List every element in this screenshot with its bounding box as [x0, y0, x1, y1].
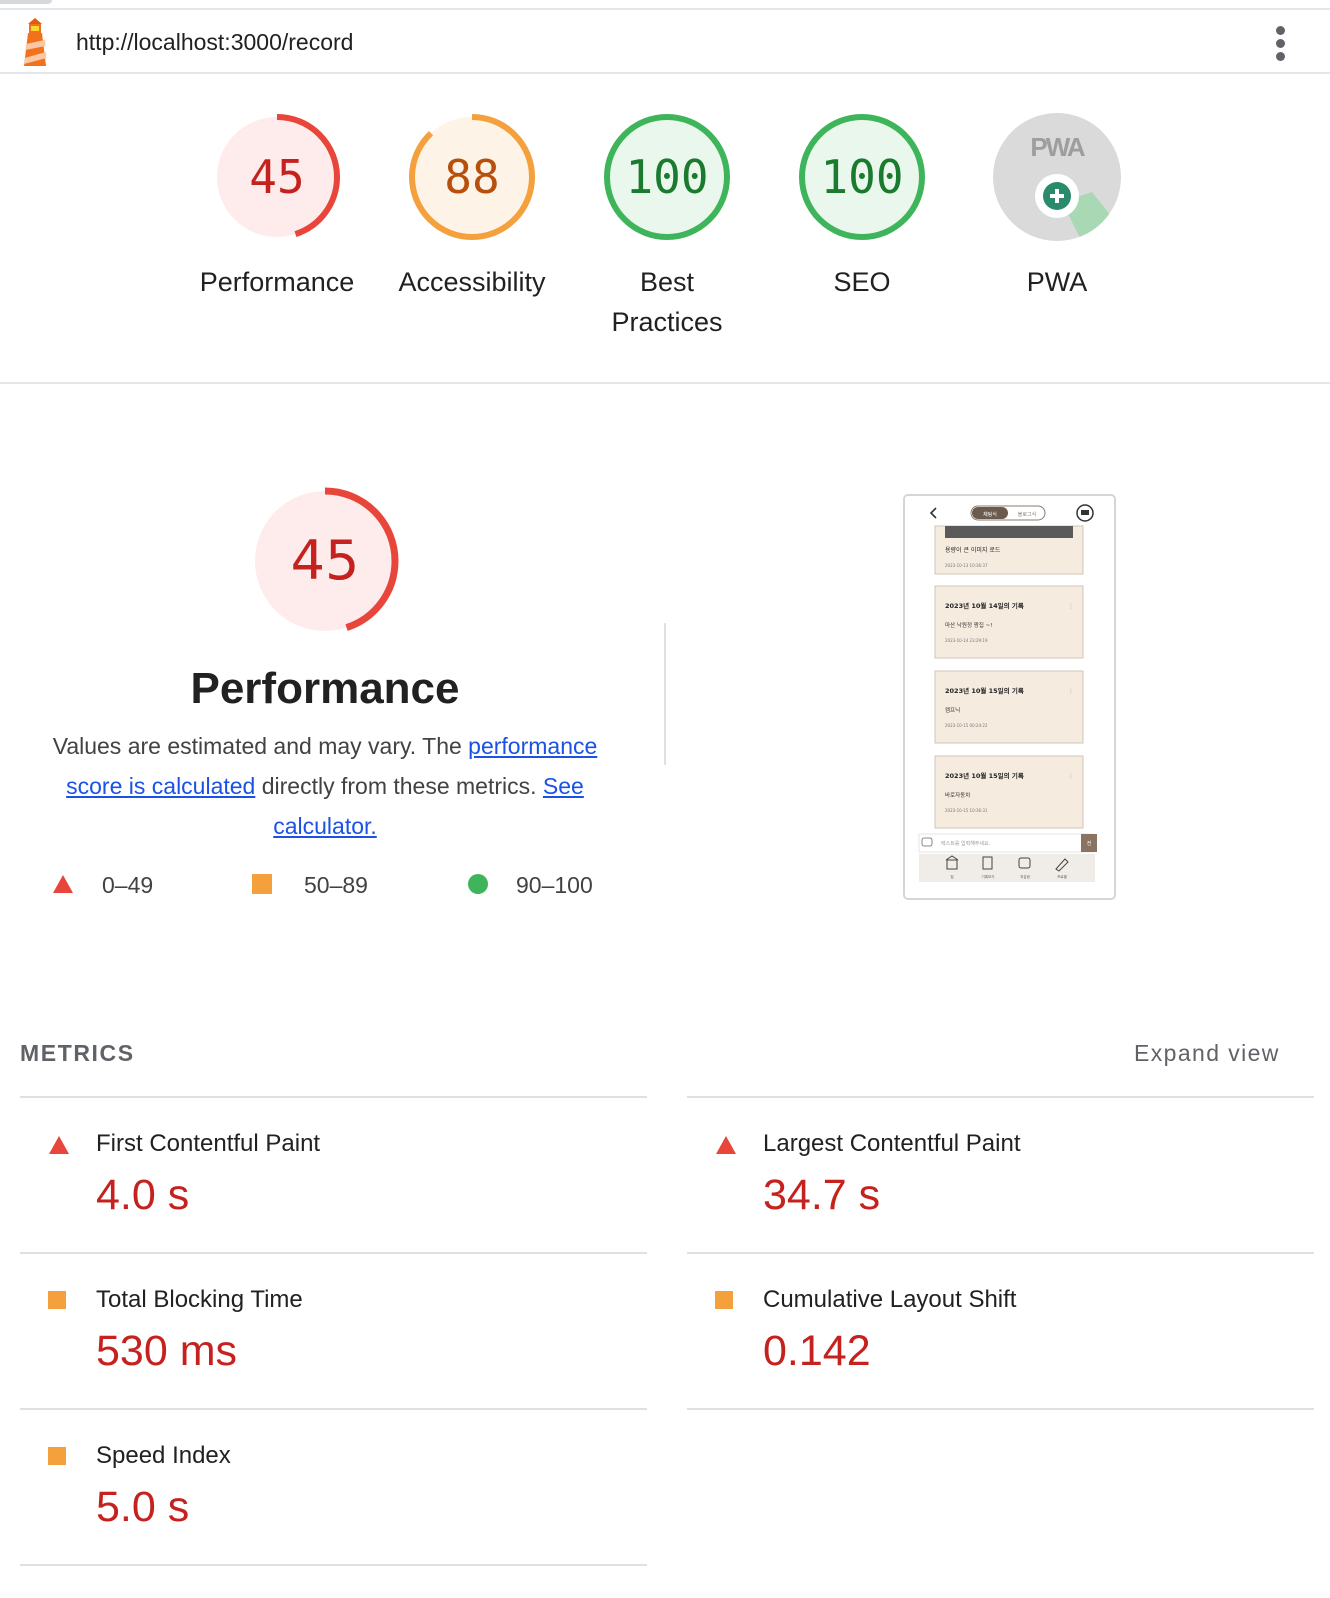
legend-range: 50–89: [304, 872, 368, 898]
metric-value: 0.142: [763, 1327, 871, 1375]
metric-cumulative-layout-shift: Cumulative Layout Shift 0.142: [687, 1252, 1314, 1408]
triangle-icon: [53, 875, 73, 893]
gauge-best-practices[interactable]: 100 Best Practices: [572, 112, 762, 342]
tab-indicator: [0, 0, 52, 4]
screenshot-send: 전: [1087, 840, 1092, 847]
expand-view-toggle[interactable]: Expand view: [1134, 1040, 1280, 1067]
gauge-seo[interactable]: 100 SEO: [767, 112, 957, 302]
metric-value: 34.7 s: [763, 1171, 881, 1219]
metric-title: Speed Index: [96, 1442, 231, 1469]
screenshot-nav-label: 지갑링: [1020, 874, 1030, 879]
screenshot-card-caption: 용량이 큰 이미지 로드: [945, 546, 1001, 554]
metric-largest-contentful-paint: Largest Contentful Paint 34.7 s: [687, 1096, 1314, 1252]
gauge-performance[interactable]: 45 Performance: [182, 112, 372, 302]
metric-title: Cumulative Layout Shift: [763, 1286, 1017, 1313]
gauge-accessibility[interactable]: 88 Accessibility: [377, 112, 567, 302]
screenshot-card-title: 2023년 10월 14일의 기록: [945, 601, 1024, 610]
browser-top-line: [0, 0, 1330, 10]
screenshot-card-body: 바로자동차: [945, 791, 970, 799]
metric-title: First Contentful Paint: [96, 1130, 321, 1157]
metrics-divider: [687, 1408, 1314, 1410]
screenshot-image: 채팅식 블로그식 용량이 큰 이미지 로드 2023-10-13 10:36:3…: [905, 496, 1114, 898]
metric-total-blocking-time: Total Blocking Time 530 ms: [20, 1252, 647, 1408]
gauge-label: SEO: [833, 267, 891, 297]
metric-title: Total Blocking Time: [96, 1286, 303, 1313]
gauge-label: Accessibility: [398, 267, 546, 297]
svg-text:⋮: ⋮: [1068, 773, 1074, 780]
report-url: http://localhost:3000/record: [76, 29, 354, 55]
screenshot-card-body: 마산 낙원정 짱집 ~!: [945, 621, 992, 629]
metric-first-contentful-paint: First Contentful Paint 4.0 s: [20, 1096, 647, 1252]
screenshot-card-date: 2023-10-14 23:29:19: [945, 638, 988, 643]
final-screenshot[interactable]: 채팅식 블로그식 용량이 큰 이미지 로드 2023-10-13 10:36:3…: [903, 494, 1116, 900]
screenshot-input: 텍스트를 입력해주세요.: [941, 840, 991, 847]
screenshot-card-title: 2023년 10월 15일의 기록: [945, 771, 1024, 780]
gauge-ring: 100: [604, 114, 730, 240]
screenshot-nav-label: 프로필: [1057, 874, 1067, 879]
legend-range: 90–100: [516, 872, 593, 898]
lighthouse-logo-icon: [24, 18, 47, 66]
more-options-icon[interactable]: [1272, 24, 1288, 64]
desc-text: Values are estimated and may vary. The: [52, 733, 469, 759]
screenshot-card-date: 2023-10-13 10:36:37: [945, 563, 988, 568]
pwa-badge-text: PWA: [1030, 132, 1085, 162]
gauge-score: 88: [444, 150, 499, 204]
metric-value: 5.0 s: [96, 1483, 190, 1531]
metrics-divider: [20, 1564, 647, 1566]
section-divider: [664, 623, 666, 765]
screenshot-tab-active: 채팅식: [983, 511, 997, 518]
svg-text:⋮: ⋮: [1068, 688, 1074, 695]
gauge-label: Performance: [199, 267, 355, 297]
gauge-ring: 100: [799, 114, 925, 240]
square-icon: [252, 874, 272, 894]
pwa-badge-icon: PWA: [993, 113, 1121, 241]
gauge-score: 45: [249, 150, 304, 204]
screenshot-card-body: 캠프닉: [945, 706, 960, 714]
legend-range: 0–49: [102, 872, 154, 898]
metrics-heading: METRICS: [20, 1040, 135, 1066]
triangle-icon: [716, 1136, 736, 1154]
desc-text: directly from these metrics.: [255, 773, 543, 799]
metric-title: Largest Contentful Paint: [763, 1130, 1021, 1157]
category-gauges: 45 Performance 88 Accessibility 100 Best…: [0, 74, 1330, 384]
gauge-pwa[interactable]: PWA PWA: [962, 112, 1152, 302]
metric-value: 530 ms: [96, 1327, 238, 1375]
gauge-ring: 88: [409, 114, 535, 240]
gauge-label: Best Practices: [611, 267, 723, 337]
gauge-ring: 45: [214, 114, 340, 240]
performance-title: Performance: [190, 664, 460, 713]
square-icon: [48, 1447, 66, 1465]
metric-value: 4.0 s: [96, 1171, 190, 1219]
report-header: http://localhost:3000/record: [0, 12, 1330, 74]
performance-score: 45: [291, 529, 360, 592]
screenshot-card-date: 2023-10-15 10:36:31: [945, 808, 988, 813]
screenshot-card-date: 2023-10-15 00:24:22: [945, 723, 988, 728]
square-icon: [48, 1291, 66, 1309]
screenshot-nav-label: 기록보기: [982, 874, 995, 879]
performance-gauge: 45: [251, 487, 399, 635]
svg-text:⋮: ⋮: [1068, 603, 1074, 610]
triangle-icon: [49, 1136, 69, 1154]
circle-icon: [468, 874, 488, 894]
square-icon: [715, 1291, 733, 1309]
gauge-score: 100: [625, 150, 708, 204]
screenshot-card-title: 2023년 10월 15일의 기록: [945, 686, 1024, 695]
gauge-label: PWA: [1026, 267, 1088, 297]
performance-description: Values are estimated and may vary. The p…: [30, 726, 620, 846]
screenshot-tab-inactive: 블로그식: [1018, 511, 1036, 518]
gauge-score: 100: [820, 150, 903, 204]
metric-speed-index: Speed Index 5.0 s: [20, 1408, 647, 1564]
screenshot-nav-label: 집: [950, 874, 953, 879]
